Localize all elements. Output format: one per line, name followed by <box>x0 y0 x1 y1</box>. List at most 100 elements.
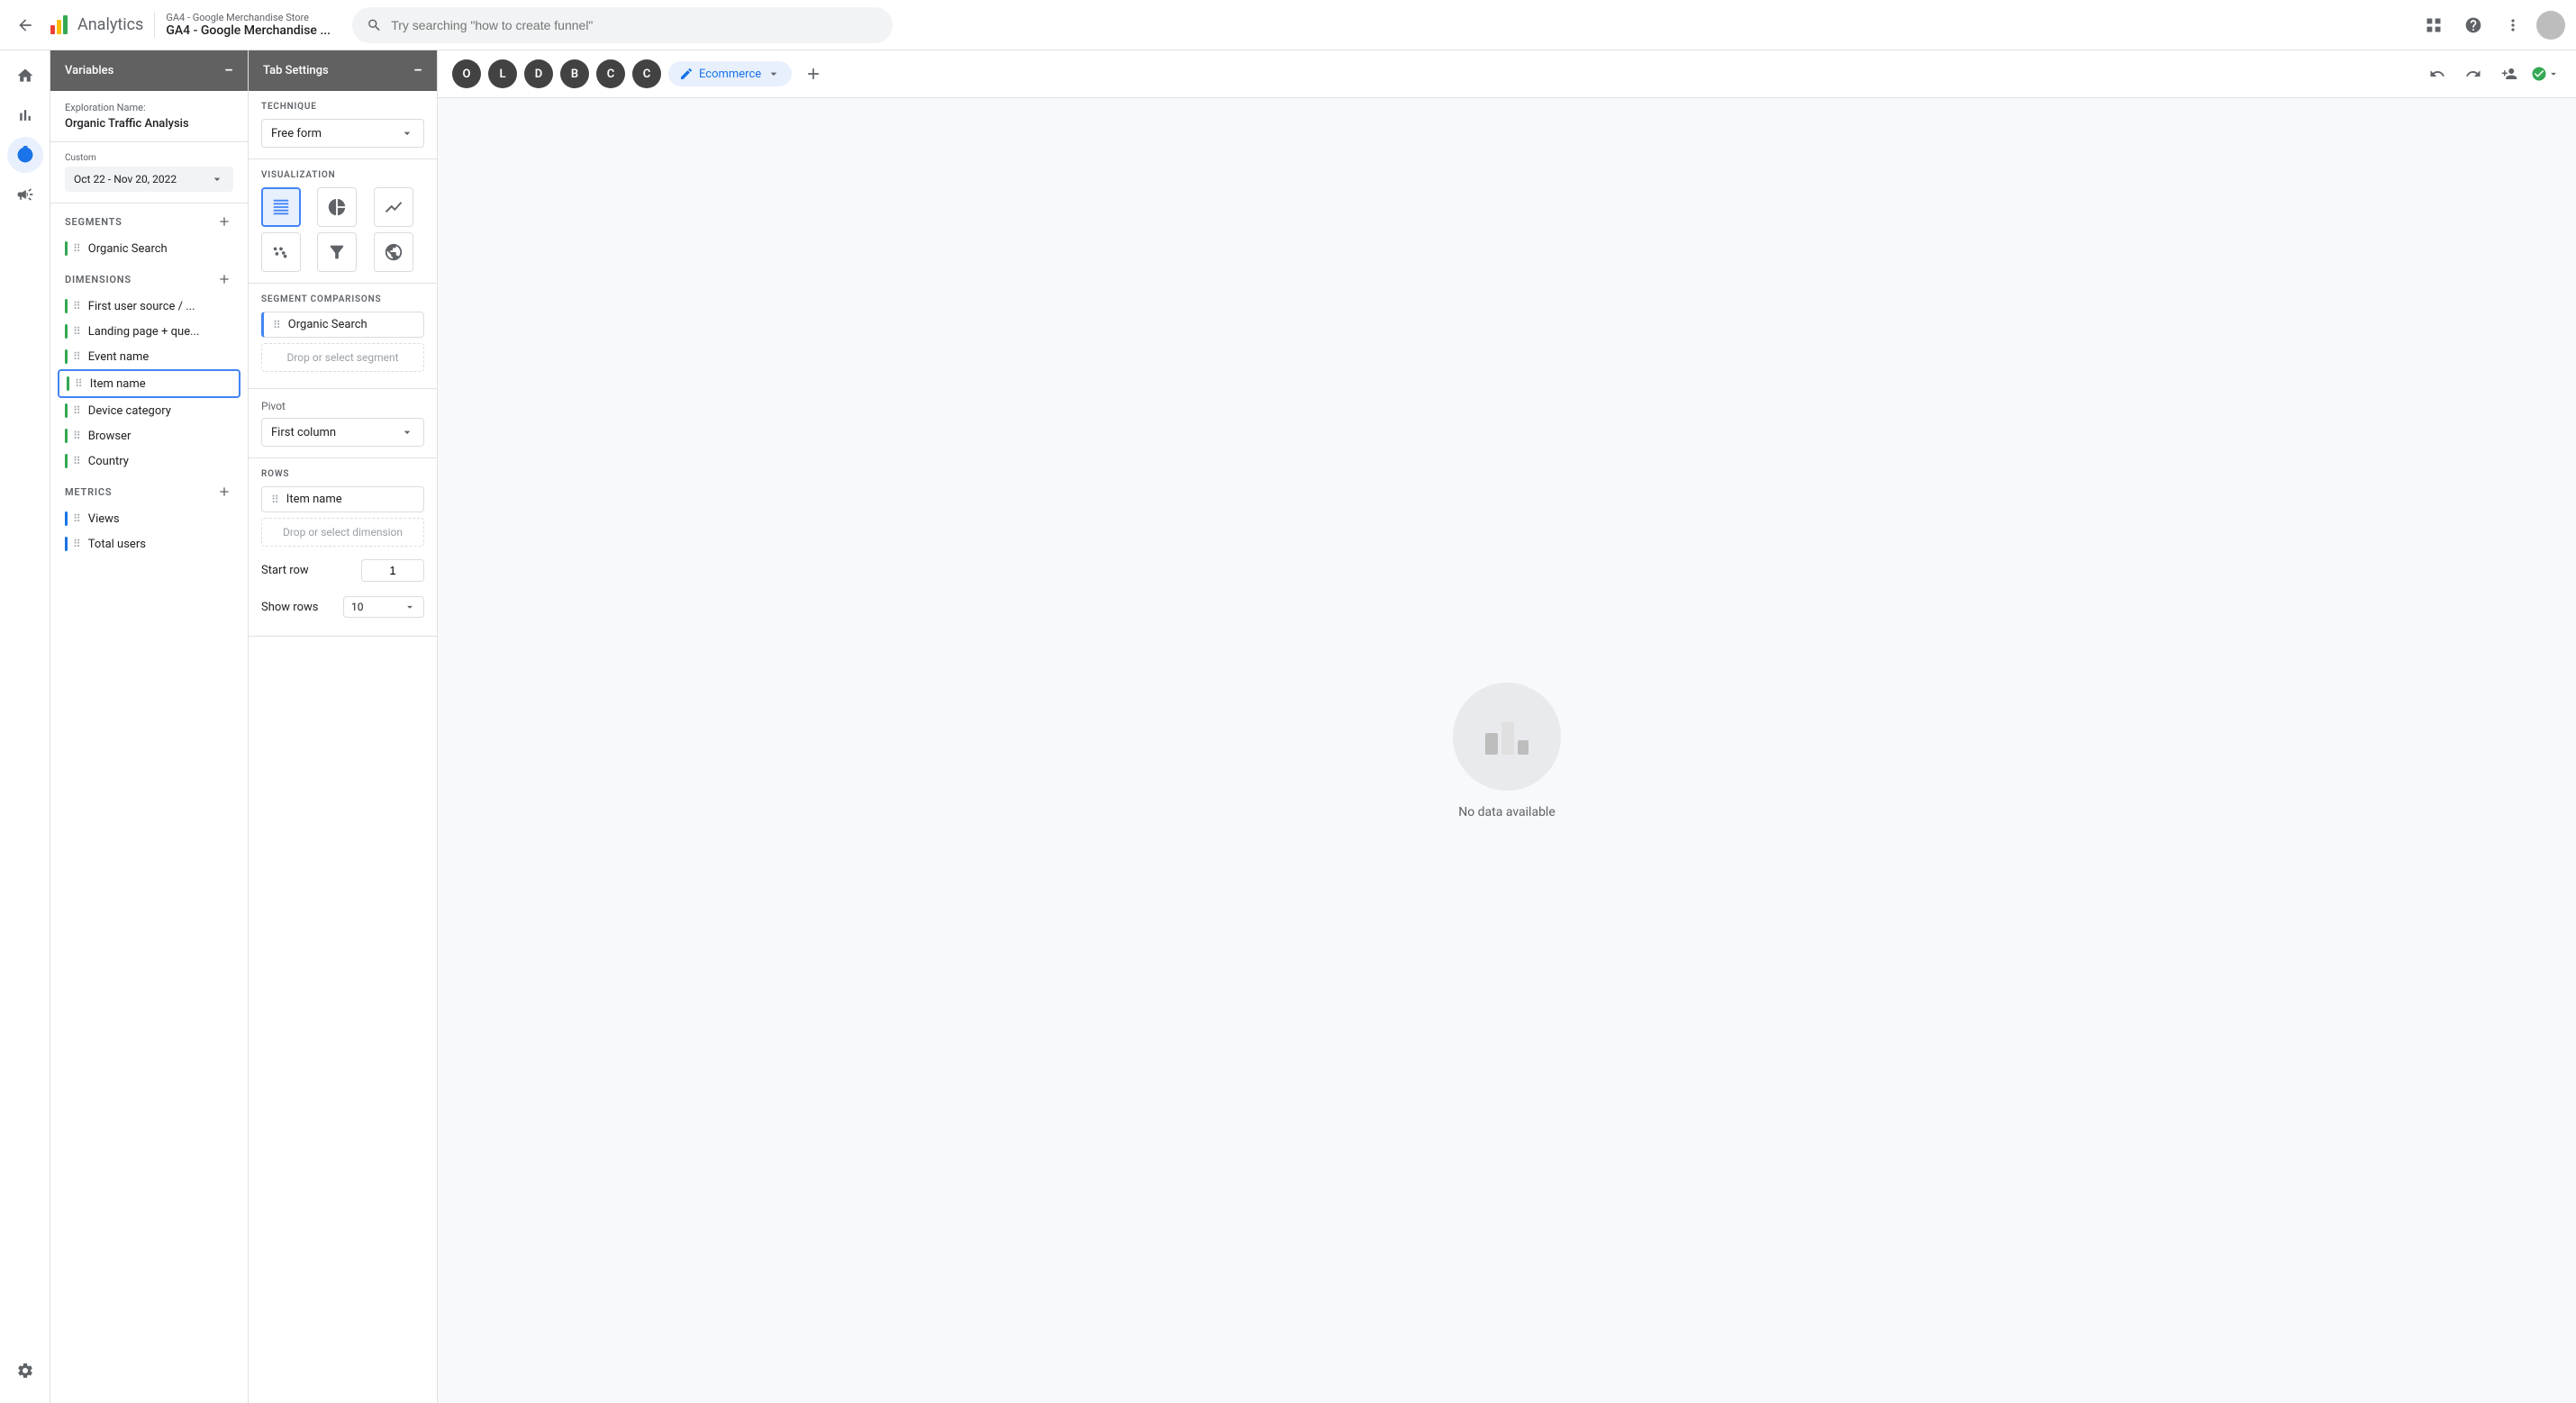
segment-comparisons-label: SEGMENT COMPARISONS <box>261 294 424 304</box>
dim-color-indicator <box>65 299 68 313</box>
chevron-down-icon <box>404 601 416 613</box>
show-rows-setting: Show rows 10 <box>261 589 424 625</box>
explore-icon <box>16 146 34 164</box>
person-add-icon <box>2501 66 2517 82</box>
metric-item-views[interactable]: ⠿ Views <box>50 506 248 531</box>
variables-panel-minimize[interactable]: − <box>224 61 233 80</box>
save-status-button[interactable] <box>2529 58 2562 90</box>
tab-ecommerce[interactable]: Ecommerce <box>668 61 792 86</box>
viz-table-btn[interactable] <box>261 187 301 227</box>
metric-item-total-users[interactable]: ⠿ Total users <box>50 531 248 557</box>
tab-user-L[interactable]: L <box>488 59 517 88</box>
drag-handle-icon: ⠿ <box>73 325 81 338</box>
dimension-item-event-name[interactable]: ⠿ Event name <box>50 344 248 369</box>
add-tab-button[interactable] <box>799 59 828 88</box>
redo-icon <box>2465 66 2481 82</box>
redo-button[interactable] <box>2457 58 2490 90</box>
technique-dropdown[interactable]: Free form <box>261 119 424 148</box>
user-avatar[interactable] <box>2536 11 2565 40</box>
tab-settings-title: Tab Settings <box>263 64 329 77</box>
drag-handle-icon: ⠿ <box>73 404 81 417</box>
dimension-item-first-user-source[interactable]: ⠿ First user source / ... <box>50 294 248 319</box>
search-bar[interactable] <box>352 7 893 43</box>
tab-settings-panel: Tab Settings − TECHNIQUE Free form VISUA… <box>249 50 438 1403</box>
add-dimension-button[interactable] <box>215 270 233 288</box>
start-row-label: Start row <box>261 564 309 577</box>
campaigns-icon <box>16 186 34 204</box>
dimension-name: Browser <box>88 430 132 443</box>
dimensions-section-header: DIMENSIONS <box>50 261 248 294</box>
dimension-name: Item name <box>90 377 146 391</box>
dimension-name: First user source / ... <box>88 300 195 313</box>
logo-text: Analytics <box>77 15 143 34</box>
no-data-chart-icon <box>1478 708 1536 765</box>
tab-bar-right <box>2421 58 2562 90</box>
analytics-logo-icon <box>47 13 72 38</box>
bar-chart-icon <box>16 106 34 124</box>
metric-color-indicator <box>65 511 68 526</box>
tab-bar: O L D B C C Ecommerce <box>438 50 2576 98</box>
pivot-dropdown[interactable]: First column <box>261 418 424 447</box>
undo-button[interactable] <box>2421 58 2454 90</box>
dimension-item-landing-page[interactable]: ⠿ Landing page + que... <box>50 319 248 344</box>
dim-color-indicator <box>65 454 68 468</box>
tab-user-O[interactable]: O <box>452 59 481 88</box>
rows-section: ROWS ⠿ Item name Drop or select dimensio… <box>249 458 437 637</box>
back-button[interactable] <box>11 11 40 40</box>
dimension-item-device-category[interactable]: ⠿ Device category <box>50 398 248 423</box>
top-bar-left: Analytics GA4 - Google Merchandise Store… <box>11 11 331 40</box>
technique-value: Free form <box>271 127 322 140</box>
tab-user-C2[interactable]: C <box>632 59 661 88</box>
add-user-button[interactable] <box>2493 58 2526 90</box>
segment-comparison-tag[interactable]: ⠿ Organic Search <box>261 312 424 338</box>
chevron-down-icon <box>210 172 224 186</box>
drop-dimension-zone[interactable]: Drop or select dimension <box>261 518 424 547</box>
tab-settings-minimize[interactable]: − <box>413 61 422 80</box>
exploration-name-section: Exploration Name: Organic Traffic Analys… <box>50 91 248 142</box>
segments-section-header: SEGMENTS <box>50 204 248 236</box>
add-segment-button[interactable] <box>215 213 233 231</box>
technique-section: TECHNIQUE Free form <box>249 91 437 159</box>
rows-item-tag[interactable]: ⠿ Item name <box>261 486 424 512</box>
drop-segment-zone[interactable]: Drop or select segment <box>261 343 424 372</box>
grid-icon-btn[interactable] <box>2417 9 2450 41</box>
scatter-chart-icon <box>271 242 291 262</box>
add-metric-button[interactable] <box>215 483 233 501</box>
technique-label: TECHNIQUE <box>261 102 424 112</box>
viz-funnel-btn[interactable] <box>317 232 357 272</box>
undo-icon <box>2429 66 2445 82</box>
help-icon-btn[interactable] <box>2457 9 2490 41</box>
date-custom-label: Custom <box>65 153 233 163</box>
viz-line-btn[interactable] <box>374 187 413 227</box>
dimension-name: Landing page + que... <box>88 325 200 339</box>
dimension-item-item-name[interactable]: ⠿ Item name <box>58 369 240 398</box>
nav-explore[interactable] <box>7 137 43 173</box>
date-range-picker[interactable]: Oct 22 - Nov 20, 2022 <box>65 167 233 192</box>
tab-user-D[interactable]: D <box>524 59 553 88</box>
viz-scatter-btn[interactable] <box>261 232 301 272</box>
tab-user-B[interactable]: B <box>560 59 589 88</box>
nav-settings[interactable] <box>7 1353 43 1389</box>
segments-label: SEGMENTS <box>65 216 122 228</box>
dim-color-indicator <box>67 376 69 391</box>
metric-name: Total users <box>88 538 146 551</box>
drag-handle-icon: ⠿ <box>75 377 83 390</box>
nav-home[interactable] <box>7 58 43 94</box>
nav-reports[interactable] <box>7 97 43 133</box>
nav-advertising[interactable] <box>7 177 43 213</box>
drop-dimension-placeholder: Drop or select dimension <box>283 526 403 539</box>
dimension-item-country[interactable]: ⠿ Country <box>50 448 248 474</box>
search-input[interactable] <box>391 18 878 32</box>
show-rows-dropdown[interactable]: 10 <box>343 596 424 618</box>
more-icon-btn[interactable] <box>2497 9 2529 41</box>
pivot-value: First column <box>271 426 336 439</box>
segment-comparison-name: Organic Search <box>288 318 367 331</box>
start-row-input[interactable] <box>361 559 424 582</box>
segment-item-organic-search[interactable]: ⠿ Organic Search <box>50 236 248 261</box>
settings-icon <box>16 1362 34 1380</box>
tab-user-C1[interactable]: C <box>596 59 625 88</box>
viz-donut-btn[interactable] <box>317 187 357 227</box>
dimension-item-browser[interactable]: ⠿ Browser <box>50 423 248 448</box>
pivot-section: Pivot First column <box>249 389 437 458</box>
viz-map-btn[interactable] <box>374 232 413 272</box>
